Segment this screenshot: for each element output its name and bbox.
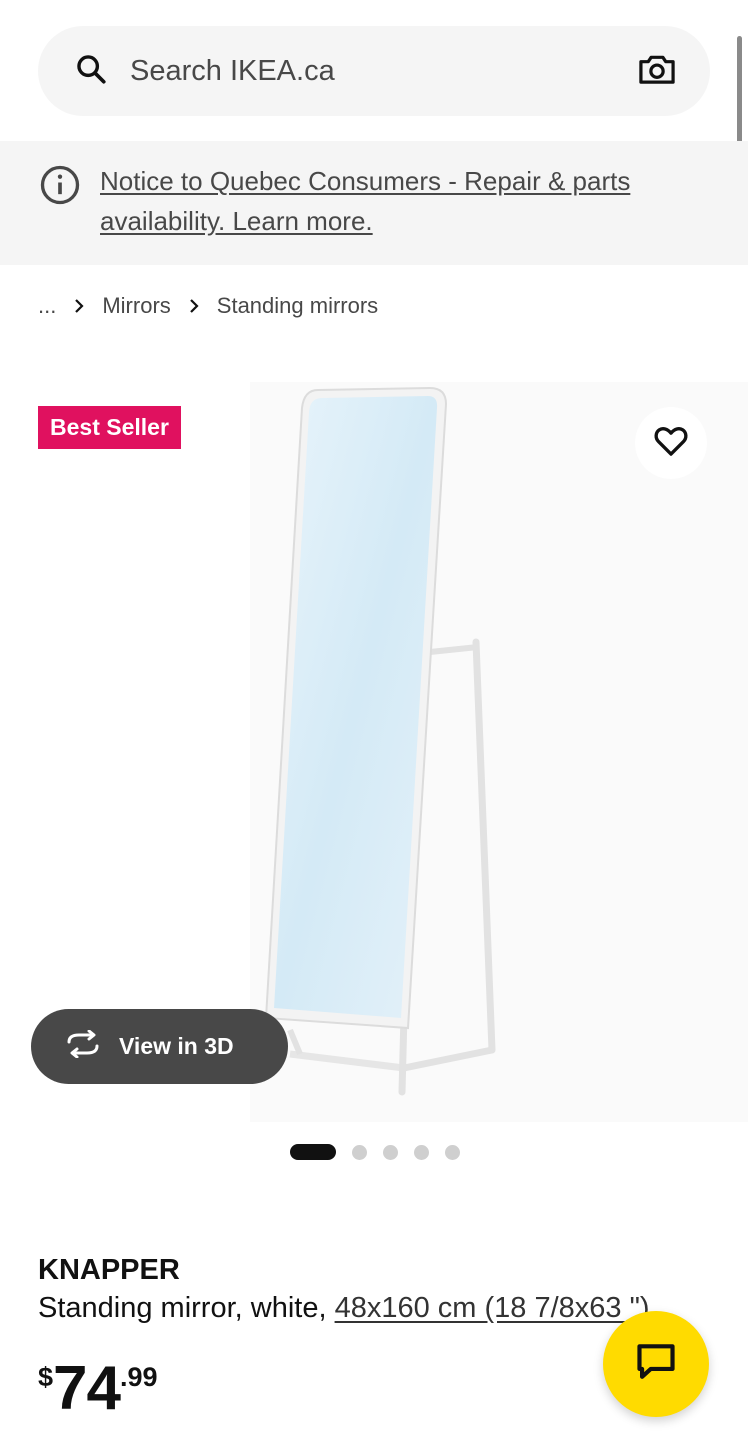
view-in-3d-label: View in 3D (119, 1033, 234, 1059)
chat-button[interactable] (603, 1311, 709, 1417)
search-input[interactable]: Search IKEA.ca (130, 55, 638, 88)
gallery-pagination (290, 1144, 460, 1160)
chevron-right-icon (189, 299, 199, 313)
best-seller-badge: Best Seller (38, 406, 181, 449)
gallery-dot-2[interactable] (352, 1144, 367, 1160)
info-icon (40, 165, 80, 265)
price-currency: $ (38, 1362, 54, 1392)
breadcrumb: ... Mirrors Standing mirrors (38, 288, 378, 324)
price-decimal: .99 (120, 1362, 158, 1392)
gallery-dot-5[interactable] (445, 1144, 460, 1160)
search-icon (74, 52, 108, 91)
breadcrumb-item-standing-mirrors[interactable]: Standing mirrors (217, 293, 378, 319)
price-integer: 74 (53, 1354, 121, 1423)
breadcrumb-ellipsis[interactable]: ... (38, 293, 56, 319)
gallery-dot-4[interactable] (414, 1144, 429, 1160)
gallery-dot-3[interactable] (383, 1144, 398, 1160)
product-image (264, 386, 496, 1096)
view-in-3d-button[interactable]: View in 3D (31, 1009, 288, 1084)
product-name: KNAPPER (38, 1254, 180, 1286)
chevron-right-icon (74, 299, 84, 313)
product-price: $ 74 .99 (38, 1352, 158, 1420)
add-to-favourites-button[interactable] (635, 407, 707, 479)
rotate-3d-icon (63, 1029, 103, 1063)
camera-icon[interactable] (638, 52, 676, 91)
gallery-dot-1[interactable] (290, 1144, 336, 1160)
notice-banner: Notice to Quebec Consumers - Repair & pa… (0, 141, 748, 265)
search-bar[interactable]: Search IKEA.ca (38, 26, 710, 116)
product-description: Standing mirror, white, 48x160 cm (18 7/… (38, 1292, 650, 1325)
product-image-gallery[interactable] (0, 360, 748, 1122)
product-size-link[interactable]: 48x160 cm (18 7/8x63 ") (335, 1292, 650, 1324)
product-type: Standing mirror, white, (38, 1292, 335, 1324)
notice-link[interactable]: Notice to Quebec Consumers - Repair & pa… (100, 161, 708, 265)
heart-icon (653, 425, 689, 462)
chat-icon (635, 1342, 677, 1387)
breadcrumb-item-mirrors[interactable]: Mirrors (102, 293, 170, 319)
